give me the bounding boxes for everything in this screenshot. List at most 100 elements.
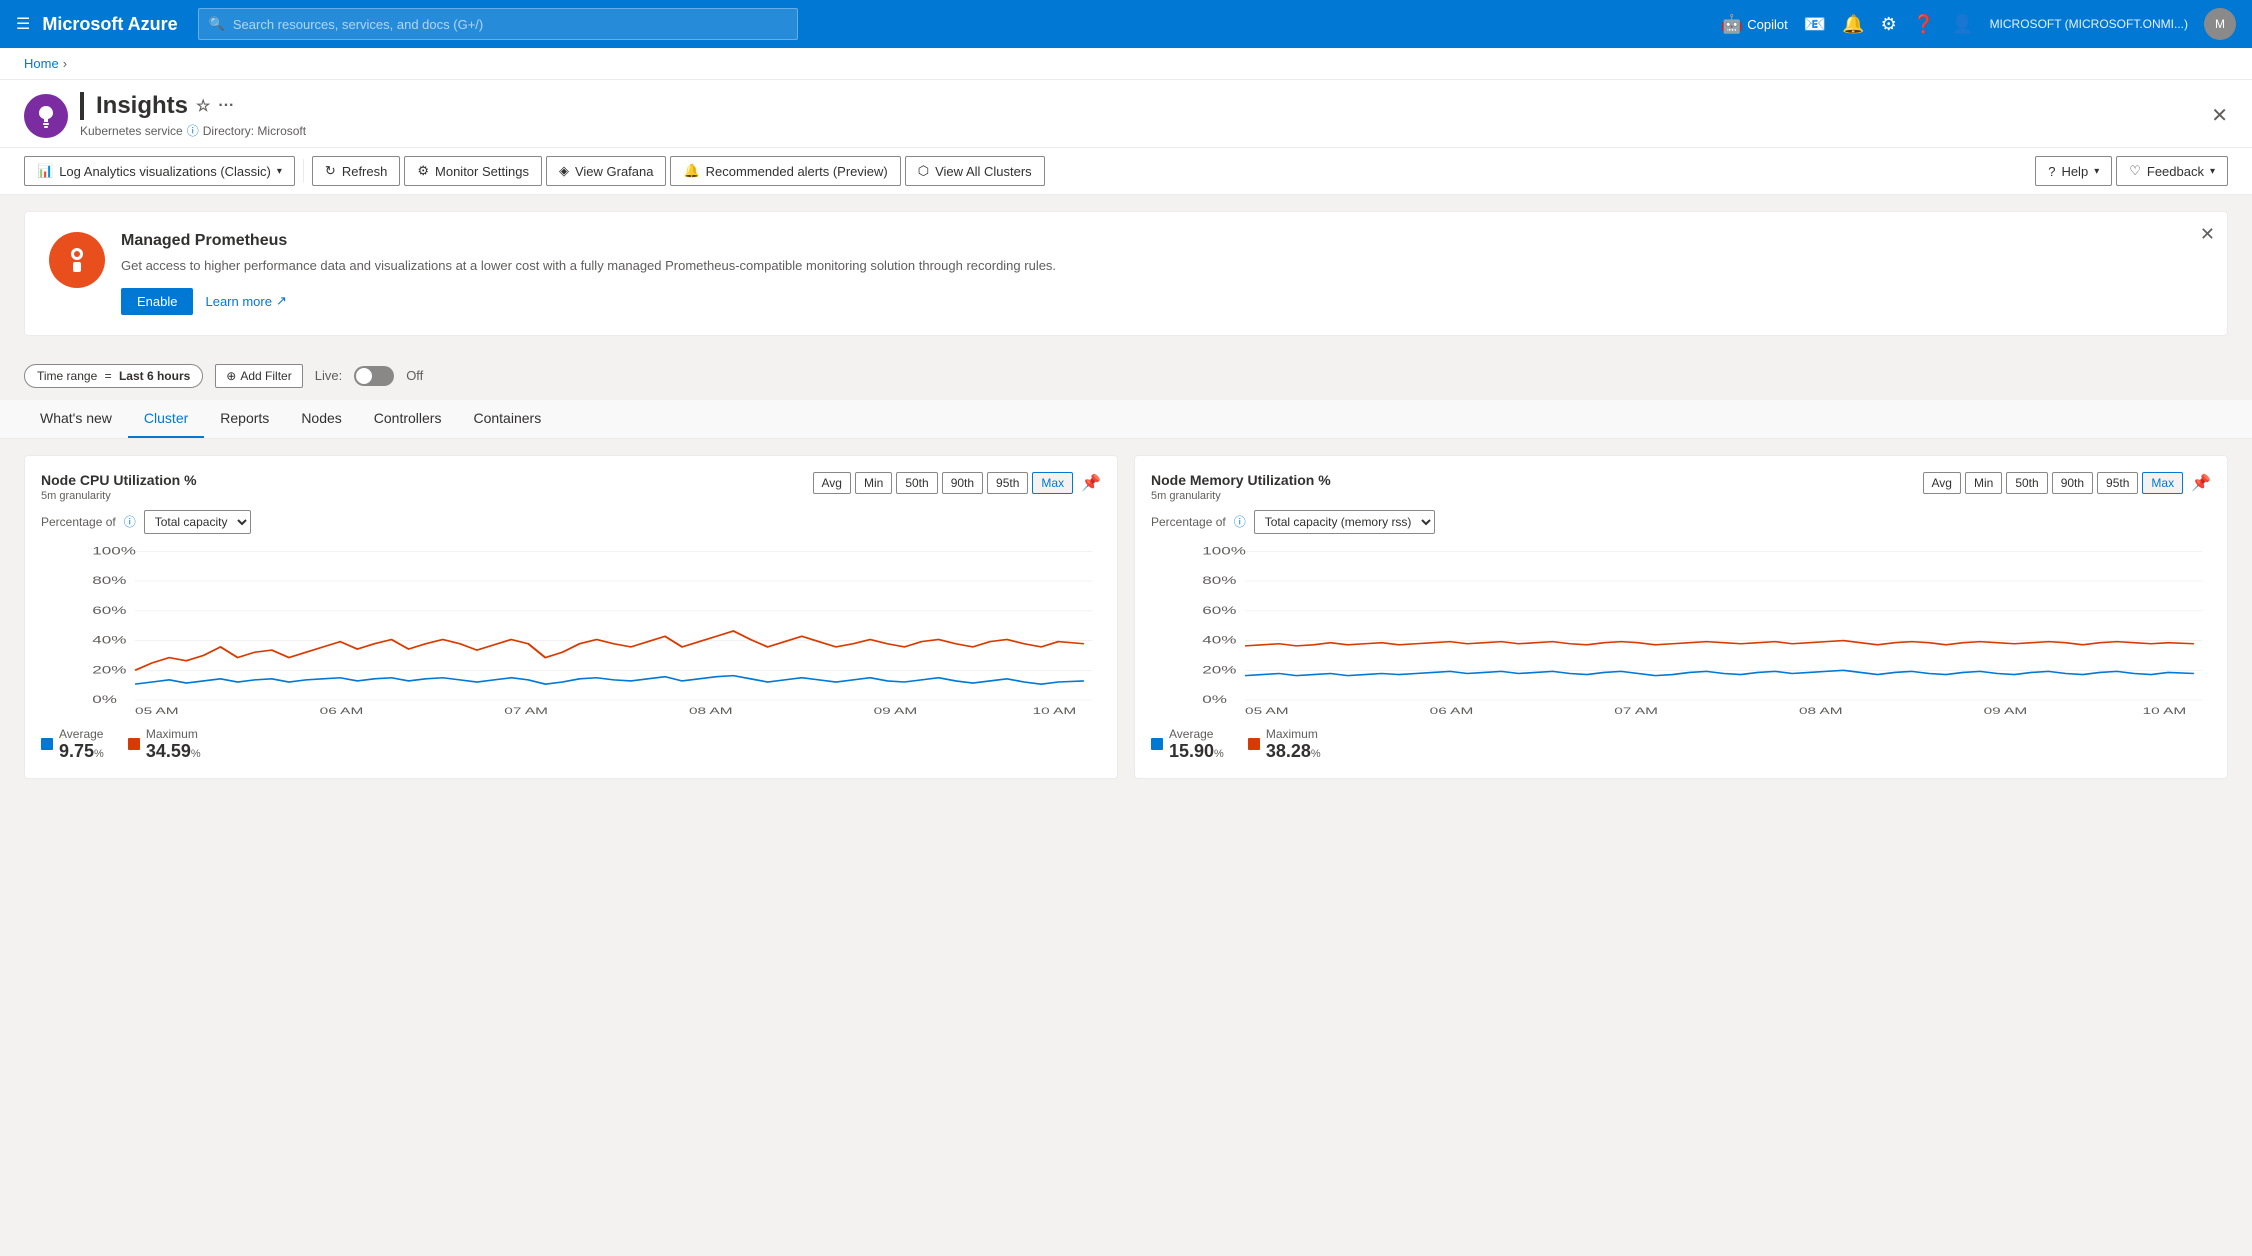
tab-reports[interactable]: Reports [204,400,285,438]
svg-text:60%: 60% [92,605,127,617]
memory-pin-icon[interactable]: 📌 [2191,473,2211,493]
svg-text:06 AM: 06 AM [320,704,364,715]
search-placeholder: Search resources, services, and docs (G+… [233,17,483,32]
cpu-btn-90th[interactable]: 90th [942,472,983,494]
mem-btn-max[interactable]: Max [2142,472,2183,494]
search-bar[interactable]: 🔍 Search resources, services, and docs (… [198,8,798,40]
time-range-label: Time range [37,369,97,383]
svg-text:06 AM: 06 AM [1430,704,1474,715]
memory-chart-legend: Average 15.90% Maximum 38.28% [1151,727,2211,762]
time-range-value: Last 6 hours [119,369,190,383]
recommended-alerts-button[interactable]: 🔔 Recommended alerts (Preview) [670,156,900,186]
learn-more-link[interactable]: Learn more ↗ [205,293,286,309]
svg-text:05 AM: 05 AM [1245,704,1289,715]
view-all-clusters-button[interactable]: ⬡ View All Clusters [905,156,1045,186]
cpu-btn-max[interactable]: Max [1032,472,1073,494]
mem-btn-90th[interactable]: 90th [2052,472,2093,494]
cpu-chart-subtitle: 5m granularity [41,490,197,502]
directory-label: Directory: Microsoft [203,124,306,138]
refresh-button[interactable]: ↻ Refresh [312,156,400,186]
promo-description: Get access to higher performance data an… [121,256,2203,276]
toolbar: 📊 Log Analytics visualizations (Classic)… [0,148,2252,195]
svg-text:07 AM: 07 AM [504,704,548,715]
cpu-legend-avg: Average 9.75% [41,727,104,762]
enable-button[interactable]: Enable [121,288,193,315]
banner-close-button[interactable]: ✕ [2200,224,2215,245]
live-label: Live: [315,368,342,383]
time-range-filter[interactable]: Time range = Last 6 hours [24,364,203,388]
memory-chart-header: Node Memory Utilization % 5m granularity… [1151,472,2211,502]
more-icon[interactable]: ··· [218,97,234,115]
tab-cluster[interactable]: Cluster [128,400,204,438]
page-title-block: Insights ☆ ··· Kubernetes service ⓘ Dire… [80,92,2199,139]
service-icon [24,94,68,138]
prometheus-banner: Managed Prometheus Get access to higher … [24,211,2228,336]
toolbar-separator [303,159,304,183]
people-icon[interactable]: 👤 [1951,14,1973,35]
svg-text:40%: 40% [1202,634,1237,646]
memory-max-color [1248,738,1260,750]
svg-text:20%: 20% [1202,664,1237,676]
svg-text:10 AM: 10 AM [1033,704,1077,715]
memory-chart-subtitle: 5m granularity [1151,490,1331,502]
copilot-btn[interactable]: 🤖 Copilot [1721,14,1788,35]
cpu-percentage-select[interactable]: Total capacity Requested [144,510,251,534]
cpu-btn-avg[interactable]: Avg [813,472,851,494]
monitor-settings-button[interactable]: ⚙ Monitor Settings [404,156,542,186]
cpu-chart-card: Node CPU Utilization % 5m granularity Av… [24,455,1118,779]
add-filter-button[interactable]: ⊕ Add Filter [215,364,302,388]
memory-avg-color [1151,738,1163,750]
filter-add-icon: ⊕ [226,369,236,383]
info-icon[interactable]: ⓘ [187,122,199,139]
svg-text:10 AM: 10 AM [2143,704,2187,715]
tab-whats-new[interactable]: What's new [24,400,128,438]
search-icon: 🔍 [209,16,225,32]
mem-btn-50th[interactable]: 50th [2006,472,2047,494]
memory-info-icon: ⓘ [1234,513,1246,530]
cpu-info-icon: ⓘ [124,513,136,530]
favorite-icon[interactable]: ☆ [196,96,210,116]
external-link-icon: ↗ [276,293,287,309]
email-icon[interactable]: 📧 [1804,14,1826,35]
memory-percentage-label: Percentage of [1151,515,1226,529]
settings-icon[interactable]: ⚙ [1881,14,1897,35]
prometheus-content: Managed Prometheus Get access to higher … [121,232,2203,315]
cpu-btn-50th[interactable]: 50th [896,472,937,494]
memory-percentage-select[interactable]: Total capacity (memory rss) Requested [1254,510,1435,534]
cpu-percentage-label: Percentage of [41,515,116,529]
tab-controllers[interactable]: Controllers [358,400,458,438]
svg-text:0%: 0% [92,694,117,706]
cpu-pin-icon[interactable]: 📌 [1081,473,1101,493]
live-toggle[interactable] [354,366,394,386]
svg-text:80%: 80% [92,575,127,587]
breadcrumb-home[interactable]: Home [24,56,59,71]
cpu-legend-max: Maximum 34.59% [128,727,201,762]
help-button[interactable]: ? Help ▾ [2035,156,2112,186]
promo-title: Managed Prometheus [121,232,2203,250]
question-icon: ? [2048,164,2055,179]
help-icon[interactable]: ❓ [1913,14,1935,35]
cpu-max-color [128,738,140,750]
avatar[interactable]: M [2204,8,2236,40]
tab-containers[interactable]: Containers [457,400,557,438]
feedback-chevron-icon: ▾ [2210,166,2215,177]
svg-text:100%: 100% [92,546,136,557]
feedback-button[interactable]: ♡ Feedback ▾ [2116,156,2228,186]
mem-btn-avg[interactable]: Avg [1923,472,1961,494]
close-button[interactable]: ✕ [2211,103,2228,128]
cpu-btn-min[interactable]: Min [855,472,892,494]
analytics-dropdown-btn[interactable]: 📊 Log Analytics visualizations (Classic)… [24,156,295,186]
cpu-avg-color [41,738,53,750]
hamburger-icon[interactable]: ☰ [16,14,30,34]
charts-grid: Node CPU Utilization % 5m granularity Av… [0,439,2252,795]
mem-btn-min[interactable]: Min [1965,472,2002,494]
bell-alert-icon: 🔔 [683,163,699,179]
svg-text:09 AM: 09 AM [874,704,918,715]
cpu-btn-95th[interactable]: 95th [987,472,1028,494]
memory-chart-controls: Avg Min 50th 90th 95th Max 📌 [1923,472,2211,494]
bell-icon[interactable]: 🔔 [1842,14,1864,35]
view-grafana-button[interactable]: ◈ View Grafana [546,156,667,186]
mem-btn-95th[interactable]: 95th [2097,472,2138,494]
cpu-chart-row: Percentage of ⓘ Total capacity Requested [41,510,1101,534]
tab-nodes[interactable]: Nodes [285,400,357,438]
